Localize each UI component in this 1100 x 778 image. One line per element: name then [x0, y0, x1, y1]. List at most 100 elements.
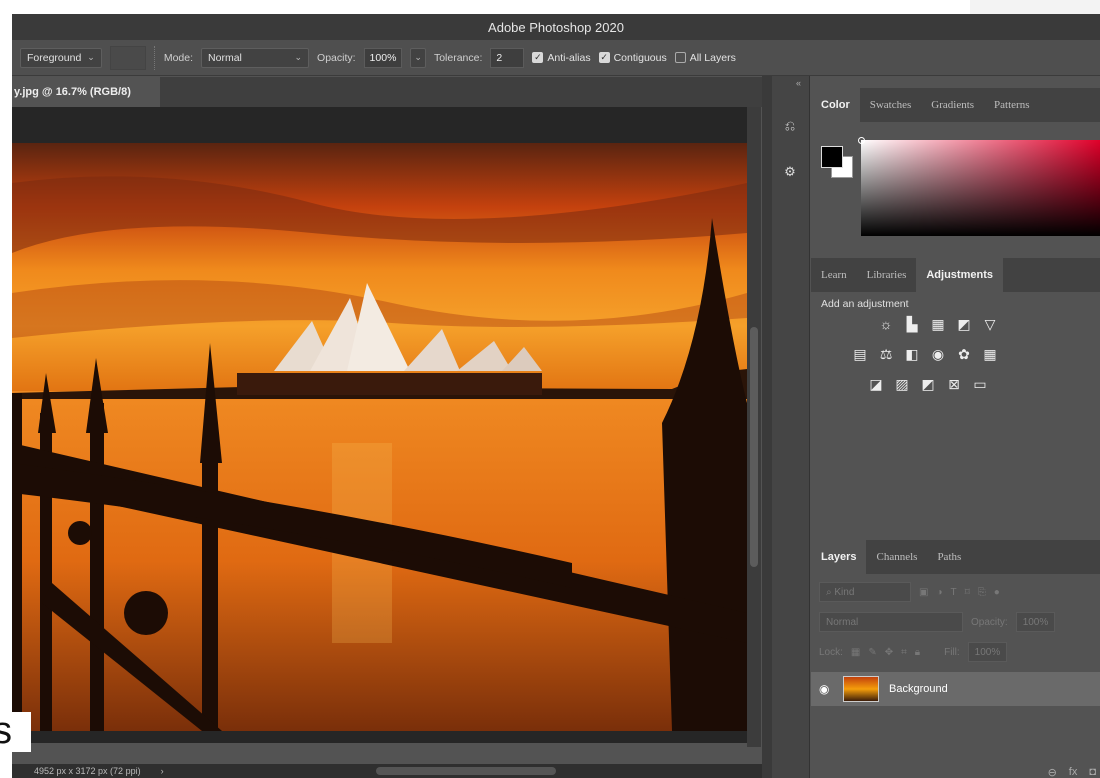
antialias-checkbox[interactable]: ✓ Anti-alias: [532, 52, 591, 64]
status-bar: 4952 px x 3172 px (72 ppi) ›: [12, 764, 772, 778]
lock-transparency-icon[interactable]: ▦: [851, 647, 860, 658]
lock-label: Lock:: [819, 646, 843, 658]
tab-gradients[interactable]: Gradients: [921, 88, 984, 122]
collapse-icon[interactable]: «: [796, 78, 801, 88]
opacity-dropdown[interactable]: ⌄: [410, 47, 426, 68]
curves-icon[interactable]: ▦: [929, 316, 947, 332]
all-layers-checkbox[interactable]: All Layers: [674, 51, 736, 64]
tool-options-bar: Foreground ⌄ Mode: Normal ⌄ Opacity: 100…: [12, 40, 1100, 76]
mode-label: Mode:: [163, 51, 194, 64]
mode-value: Normal: [208, 51, 242, 64]
color-panel-tabs: Color Swatches Gradients Patterns: [811, 88, 1100, 122]
filter-toggle-icon[interactable]: ●: [994, 587, 1000, 598]
layer-row-background[interactable]: ◉ Background: [811, 672, 1100, 706]
adjustment-filter-icon[interactable]: ◑: [936, 587, 942, 598]
mask-icon[interactable]: ◘: [1089, 766, 1096, 778]
document-tab[interactable]: y.jpg @ 16.7% (RGB/8): [12, 77, 160, 107]
tab-layers[interactable]: Layers: [811, 540, 867, 574]
tab-patterns[interactable]: Patterns: [984, 88, 1039, 122]
exposure-icon[interactable]: ◩: [955, 316, 973, 332]
blend-mode-dropdown[interactable]: Normal: [819, 612, 963, 632]
lock-position-icon[interactable]: ✥: [885, 647, 893, 658]
shape-filter-icon[interactable]: ⌑: [965, 587, 970, 598]
layers-panel-tabs: Layers Channels Paths: [811, 540, 1100, 574]
blend-row: Normal Opacity: 100%: [811, 612, 1100, 632]
kind-filter-label: Kind: [834, 586, 855, 598]
color-field[interactable]: [861, 140, 1100, 236]
tab-adjustments[interactable]: Adjustments: [916, 258, 1003, 292]
mode-dropdown[interactable]: Normal ⌄: [201, 47, 310, 68]
lock-image-icon[interactable]: ✎: [868, 647, 876, 658]
tab-learn[interactable]: Learn: [811, 258, 857, 292]
history-icon[interactable]: ⎌: [780, 116, 800, 136]
chevron-down-icon: ⌄: [414, 52, 422, 62]
fill-label: Fill:: [944, 646, 960, 658]
color-lookup-icon[interactable]: ▦: [981, 346, 999, 362]
color-picker-cursor[interactable]: [858, 137, 865, 144]
pattern-swatch[interactable]: [109, 45, 146, 70]
adjustment-row-2: ▤ ⚖ ◧ ◉ ✿ ▦: [851, 346, 999, 362]
layer-opacity-label: Opacity:: [971, 616, 1008, 628]
tab-strip: [160, 77, 770, 107]
vertical-scrollbar[interactable]: [747, 107, 761, 747]
opacity-field[interactable]: 100%: [363, 47, 403, 68]
threshold-icon[interactable]: ◩: [919, 376, 937, 392]
type-filter-icon[interactable]: T: [951, 587, 957, 598]
kind-filter[interactable]: ⌕ Kind: [819, 582, 911, 602]
smart-object-filter-icon[interactable]: ⎘: [978, 587, 986, 598]
adjustment-hint: Add an adjustment: [821, 298, 909, 310]
opacity-label: Opacity:: [317, 51, 356, 64]
status-menu-icon[interactable]: ›: [161, 766, 164, 776]
posterize-icon[interactable]: ▨: [893, 376, 911, 392]
fx-icon[interactable]: fx: [1069, 766, 1078, 778]
pixel-filter-icon[interactable]: ▣: [919, 587, 928, 598]
layer-opacity-field[interactable]: 100%: [1015, 612, 1056, 632]
selective-color-icon[interactable]: ⊠: [945, 376, 963, 392]
fill-source-value: Foreground: [27, 51, 82, 64]
sunset-photo: [12, 143, 747, 731]
eye-icon[interactable]: ◉: [819, 682, 833, 696]
document-image[interactable]: [12, 143, 747, 731]
layer-filter-row: ⌕ Kind ▣ ◑ T ⌑ ⎘ ●: [811, 582, 1100, 602]
lock-all-icon[interactable]: 🔒︎: [915, 647, 920, 658]
vibrance-icon[interactable]: ▽: [981, 316, 999, 332]
layers-footer: ⊖ fx ◘: [1048, 766, 1100, 778]
lock-row: Lock: ▦ ✎ ✥ ⌗ 🔒︎ Fill: 100%: [811, 642, 1100, 662]
color-balance-icon[interactable]: ⚖: [877, 346, 895, 362]
all-layers-label: All Layers: [689, 51, 736, 64]
checkbox-empty-icon: [674, 52, 686, 63]
gradient-map-icon[interactable]: ▭: [971, 376, 989, 392]
link-icon[interactable]: ⊖: [1048, 766, 1057, 778]
brightness-icon[interactable]: ☼: [877, 316, 895, 332]
scrollbar-thumb[interactable]: [750, 327, 758, 567]
photo-filter-icon[interactable]: ◉: [929, 346, 947, 362]
invert-icon[interactable]: ◪: [867, 376, 885, 392]
tab-channels[interactable]: Channels: [866, 540, 927, 574]
adjust-panel-tabs: Learn Libraries Adjustments: [811, 258, 1100, 292]
channel-mixer-icon[interactable]: ✿: [955, 346, 973, 362]
levels-icon[interactable]: ▙: [903, 316, 921, 332]
contiguous-checkbox[interactable]: ✓ Contiguous: [598, 52, 667, 64]
chevron-down-icon: ⌄: [87, 52, 95, 62]
tab-swatches[interactable]: Swatches: [860, 88, 922, 122]
checkmark-icon: ✓: [598, 52, 610, 63]
search-icon: ⌕: [826, 586, 835, 598]
canvas-area[interactable]: [12, 107, 747, 743]
panel-column: Color Swatches Gradients Patterns Learn …: [811, 76, 1100, 778]
tab-color[interactable]: Color: [811, 88, 860, 122]
fg-bg-swatches[interactable]: [821, 146, 857, 182]
horizontal-scroll-thumb[interactable]: [376, 767, 556, 775]
fill-field[interactable]: 100%: [967, 642, 1008, 662]
hue-saturation-icon[interactable]: ▤: [851, 346, 869, 362]
black-white-icon[interactable]: ◧: [903, 346, 921, 362]
tab-paths[interactable]: Paths: [927, 540, 971, 574]
tab-libraries[interactable]: Libraries: [857, 258, 917, 292]
layer-thumbnail: [843, 676, 879, 702]
foreground-color[interactable]: [821, 146, 843, 168]
lock-artboard-icon[interactable]: ⌗: [901, 647, 907, 658]
chevron-down-icon: ⌄: [294, 52, 303, 62]
fill-source-dropdown[interactable]: Foreground ⌄: [20, 47, 102, 68]
layer-name: Background: [889, 683, 948, 695]
tolerance-field[interactable]: 2: [490, 47, 525, 68]
properties-icon[interactable]: ⚙: [780, 162, 800, 182]
